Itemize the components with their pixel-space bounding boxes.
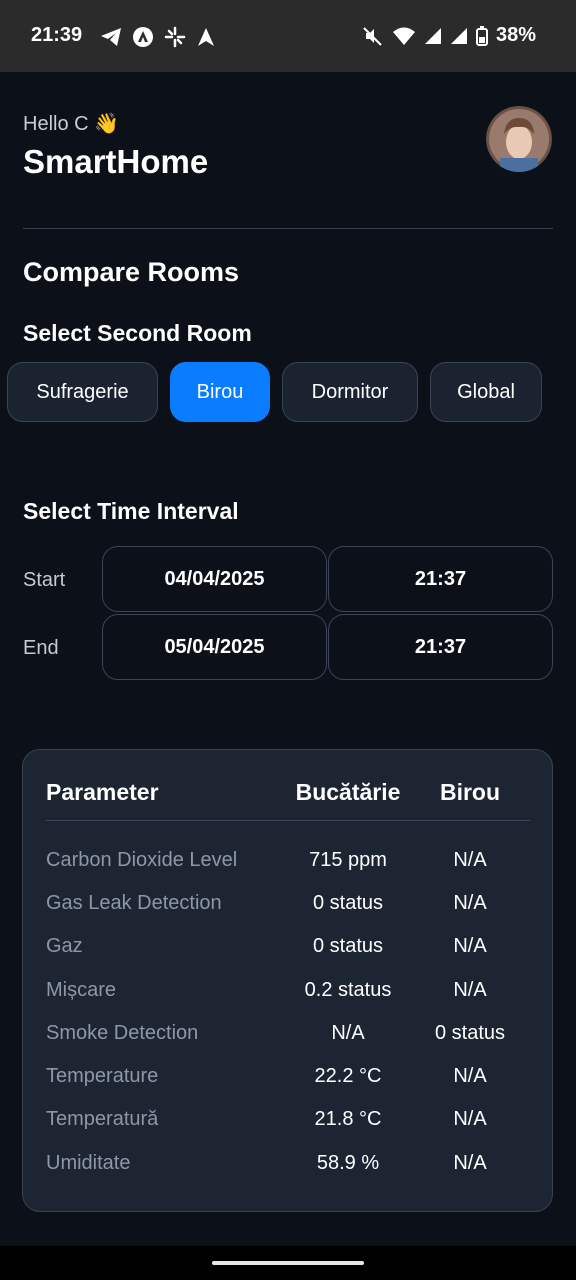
row-value-room1: 22.2 °C xyxy=(314,1065,382,1087)
table-row: Gaz 0 status N/A xyxy=(0,931,576,961)
row-value-room2: N/A xyxy=(453,979,487,1001)
mute-icon xyxy=(363,26,382,46)
table-header-room1: Bucătărie xyxy=(295,779,401,805)
row-parameter: Gaz xyxy=(46,935,83,957)
status-time: 21:39 xyxy=(31,24,83,46)
row-value-room1: 715 ppm xyxy=(309,849,387,871)
app-title: SmartHome xyxy=(23,143,209,180)
room-chip-dormitor[interactable]: Dormitor xyxy=(282,362,418,422)
row-value-room2: N/A xyxy=(453,1108,487,1130)
table-header-room2: Birou xyxy=(439,779,501,805)
table-row: Carbon Dioxide Level 715 ppm N/A xyxy=(0,845,576,875)
start-time-field[interactable]: 21:37 xyxy=(328,546,553,612)
signal-icon xyxy=(450,27,467,44)
row-value-room2: N/A xyxy=(453,1065,487,1087)
row-value-room2: N/A xyxy=(453,892,487,914)
row-value-room2: 0 status xyxy=(434,1022,506,1044)
system-icons: 38% xyxy=(362,24,536,47)
room-chip-sufragerie[interactable]: Sufragerie xyxy=(7,362,158,422)
row-value-room1: 0 status xyxy=(312,892,384,914)
signal-icon xyxy=(424,27,441,44)
battery-level: 38% xyxy=(495,24,536,46)
end-time-field[interactable]: 21:37 xyxy=(328,614,553,680)
row-value-room1: 58.9 % xyxy=(316,1152,380,1174)
page-title: Compare Rooms xyxy=(23,257,240,287)
app-icon xyxy=(133,27,153,47)
home-gesture-handle[interactable] xyxy=(212,1261,364,1265)
table-row: Temperatură 21.8 °C N/A xyxy=(0,1104,576,1134)
pinwheel-icon xyxy=(164,26,186,48)
end-date-field[interactable]: 05/04/2025 xyxy=(102,614,327,680)
telegram-icon xyxy=(101,28,121,46)
row-parameter: Temperature xyxy=(46,1065,159,1087)
end-label: End xyxy=(23,637,59,659)
table-row: Gas Leak Detection 0 status N/A xyxy=(0,888,576,918)
row-value-room2: N/A xyxy=(453,935,487,957)
row-parameter: Gas Leak Detection xyxy=(46,892,222,914)
table-row: Mișcare 0.2 status N/A xyxy=(0,975,576,1005)
row-value-room2: N/A xyxy=(453,849,487,871)
row-value-room1: 21.8 °C xyxy=(314,1108,382,1130)
row-parameter: Smoke Detection xyxy=(46,1022,199,1044)
row-value-room1: N/A xyxy=(331,1022,365,1044)
battery-icon xyxy=(475,25,488,46)
row-value-room1: 0.2 status xyxy=(304,979,392,1001)
room-chip-birou[interactable]: Birou xyxy=(170,362,270,422)
header-divider xyxy=(23,228,553,229)
notification-icons xyxy=(100,26,216,48)
row-parameter: Carbon Dioxide Level xyxy=(46,849,238,871)
avatar[interactable] xyxy=(486,106,552,172)
table-header-divider xyxy=(46,820,530,821)
row-value-room1: 0 status xyxy=(312,935,384,957)
navigation-icon xyxy=(198,28,214,46)
start-label: Start xyxy=(23,569,66,591)
greeting-text: Hello C 👋 xyxy=(23,113,120,135)
time-interval-label: Select Time Interval xyxy=(23,498,239,524)
row-parameter: Umiditate xyxy=(46,1152,131,1174)
row-parameter: Temperatură xyxy=(46,1108,159,1130)
table-row: Umiditate 58.9 % N/A xyxy=(0,1148,576,1178)
row-parameter: Mișcare xyxy=(46,979,117,1001)
room-select-label: Select Second Room xyxy=(23,320,252,346)
table-header-parameter: Parameter xyxy=(46,779,159,805)
status-bar: 21:39 38% xyxy=(0,0,576,72)
row-value-room2: N/A xyxy=(453,1152,487,1174)
room-chip-global[interactable]: Global xyxy=(430,362,542,422)
wifi-icon xyxy=(392,27,415,45)
start-date-field[interactable]: 04/04/2025 xyxy=(102,546,327,612)
table-row: Smoke Detection N/A 0 status xyxy=(0,1018,576,1048)
table-row: Temperature 22.2 °C N/A xyxy=(0,1061,576,1091)
